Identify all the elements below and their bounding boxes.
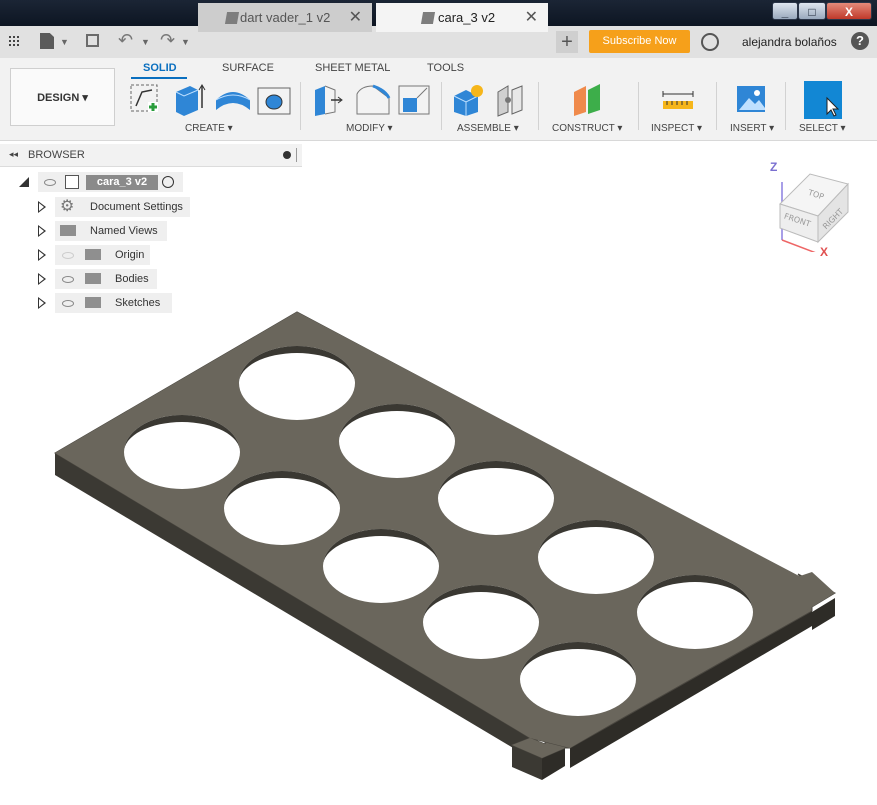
hole [538,520,654,594]
hole [239,346,355,420]
hole [520,642,636,716]
hole [339,404,455,478]
hole [124,415,240,489]
hole [323,529,439,603]
hole [423,585,539,659]
hole [637,575,753,649]
hole [224,471,340,545]
hole [438,461,554,535]
model-viewport[interactable] [0,0,877,805]
